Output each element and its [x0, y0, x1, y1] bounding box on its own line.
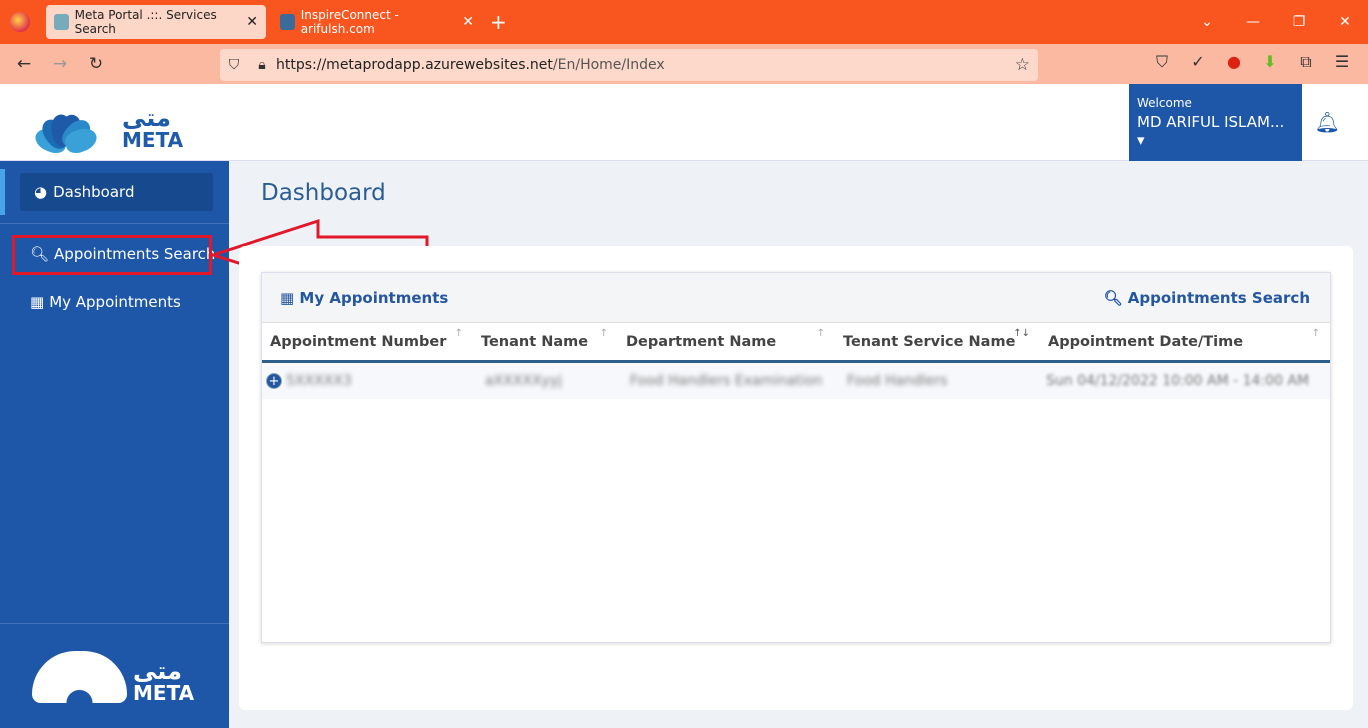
tab-title: InspireConnect - arifulsh.com	[300, 8, 399, 36]
expand-row-icon[interactable]: +	[266, 373, 282, 389]
logo-text: META	[133, 681, 195, 705]
tab-inspireconnect[interactable]: InspireConnect - arifulsh.com ✕	[272, 5, 482, 39]
firefox-icon[interactable]	[10, 12, 30, 32]
favicon-icon	[54, 14, 69, 30]
table-header: Appointment Number ↑ Tenant Name ↑ Departm…	[262, 323, 1330, 363]
bell-icon[interactable]: 🔔︎	[1315, 110, 1340, 134]
pocket-icon[interactable]: ⛉	[1146, 52, 1178, 72]
logo-arabic: متى	[133, 657, 182, 685]
column-appointment-datetime[interactable]: Appointment Date/Time ↑	[1040, 328, 1330, 350]
user-menu[interactable]: Welcome MD ARIFUL ISLAM... ▾	[1129, 84, 1302, 161]
url-path: /En/Home/Index	[552, 57, 665, 73]
sidebar-item-label: My Appointments	[49, 293, 181, 311]
menu-icon[interactable]: ☰	[1326, 52, 1358, 72]
welcome-label: Welcome	[1137, 96, 1192, 110]
minimize-icon[interactable]: —	[1230, 14, 1276, 30]
lock-icon: 🔒︎	[258, 57, 266, 73]
cell: Food Handlers Examination	[630, 373, 823, 389]
search-icon: 🔍︎	[1103, 288, 1123, 307]
logo-arabic: متى	[122, 104, 171, 132]
check-circle-icon[interactable]: ✓	[1182, 52, 1214, 72]
meta-logo[interactable]: متى META	[16, 94, 184, 157]
star-icon[interactable]: ☆	[1015, 55, 1030, 75]
logo-burst-icon	[16, 94, 116, 157]
user-name: MD ARIFUL ISLAM...	[1137, 113, 1285, 131]
appointments-card: ▦ My Appointments 🔍︎ Appointments Search…	[261, 272, 1331, 643]
forward-icon[interactable]: →	[42, 54, 78, 74]
tab-bar: Meta Portal .::. Services Search ✕ Inspi…	[0, 0, 1368, 44]
url-host: https://metaprodapp.azurewebsites.net	[276, 57, 553, 73]
card-title-text: My Appointments	[299, 288, 449, 307]
divider	[0, 223, 229, 224]
page-title: Dashboard	[261, 180, 386, 206]
table-row[interactable]: +5XXXXX3 aXXXXXyyj Food Handlers Examina…	[262, 363, 1330, 399]
cell: 5XXXXX3	[286, 373, 352, 389]
column-appointment-number[interactable]: Appointment Number ↑	[262, 328, 473, 350]
sidebar-item-label: Dashboard	[53, 183, 135, 201]
appointments-search-link[interactable]: 🔍︎ Appointments Search	[1103, 289, 1310, 307]
logo-burst-icon	[32, 651, 127, 703]
divider	[0, 623, 229, 624]
tab-title: Meta Portal .::. Services Search	[74, 8, 217, 36]
close-tab-icon[interactable]: ✕	[462, 14, 474, 30]
cell: aXXXXXyyj	[485, 373, 562, 389]
dashboard-icon: ◕	[34, 183, 48, 201]
reload-icon[interactable]: ↻	[78, 54, 114, 74]
tab-meta-portal[interactable]: Meta Portal .::. Services Search ✕	[46, 5, 266, 39]
calendar-icon: ▦	[280, 288, 295, 307]
download-icon[interactable]: ⬇	[1254, 52, 1286, 72]
site-header: متى META Welcome MD ARIFUL ISLAM... ▾ 🔔︎	[0, 84, 1368, 161]
shield-icon: ⛉	[228, 57, 240, 73]
column-tenant-service-name[interactable]: Tenant Service Name ↑↓	[835, 328, 1040, 350]
cell: Food Handlers	[847, 373, 948, 389]
active-indicator	[0, 169, 5, 215]
chevron-down-icon[interactable]: ⌄	[1184, 14, 1230, 30]
url-bar[interactable]: ⛉ 🔒︎ https://metaprodapp.azurewebsites.n…	[220, 49, 1038, 81]
logo-text: META	[122, 128, 184, 152]
new-tab-icon[interactable]: +	[490, 10, 507, 34]
extensions-icon[interactable]: ⧉	[1290, 52, 1322, 72]
favicon-icon	[280, 14, 295, 30]
cell: Sun 04/12/2022 10:00 AM - 14:00 AM	[1046, 373, 1310, 389]
calendar-icon: ▦	[30, 293, 45, 311]
close-tab-icon[interactable]: ✕	[246, 14, 258, 30]
card-title: ▦ My Appointments	[280, 289, 448, 307]
column-tenant-name[interactable]: Tenant Name ↑	[473, 328, 618, 350]
sidebar-item-dashboard[interactable]: ◕ Dashboard	[20, 173, 213, 211]
sidebar-item-my-appointments[interactable]: ▦ My Appointments	[30, 293, 181, 311]
link-text: Appointments Search	[1127, 288, 1310, 307]
highlight-box	[12, 235, 212, 275]
restore-icon[interactable]: ❐	[1276, 14, 1322, 30]
close-window-icon[interactable]: ✕	[1322, 14, 1368, 30]
back-icon[interactable]: ←	[6, 54, 42, 74]
caret-down-icon: ▾	[1137, 131, 1145, 149]
opera-icon[interactable]: ●	[1218, 52, 1250, 72]
sidebar-logo: متى META	[32, 651, 194, 703]
column-department-name[interactable]: Department Name ↑	[618, 328, 835, 350]
